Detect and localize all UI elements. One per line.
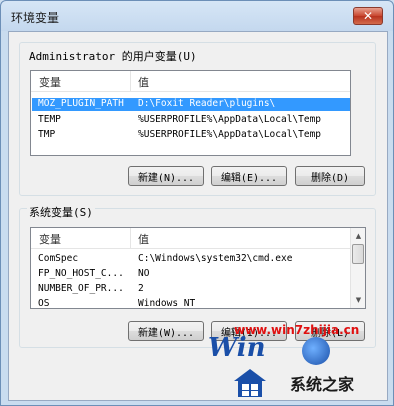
variable-value: NO — [138, 268, 150, 279]
user-edit-button[interactable]: 编辑(E)... — [211, 166, 287, 186]
site-watermark: www.win7zhijia.cn Win 系统之家 — [206, 319, 392, 405]
system-variables-label: 系统变量(S) — [27, 204, 95, 220]
variable-value: %USERPROFILE%\AppData\Local\Temp — [138, 129, 322, 140]
window-title: 环境变量 — [11, 11, 60, 25]
system-variable-row[interactable]: ComSpec C:\Windows\system32\cmd.exe — [32, 253, 350, 266]
close-icon: ✕ — [362, 9, 374, 23]
variable-name: TMP — [38, 129, 56, 140]
variable-name: ComSpec — [38, 253, 79, 264]
title-bar[interactable]: 环境变量 ✕ — [1, 1, 393, 31]
user-new-button[interactable]: 新建(N)... — [128, 166, 204, 186]
variable-name: TEMP — [38, 114, 61, 125]
variable-name: NUMBER_OF_PR... — [38, 283, 124, 294]
column-header-value[interactable]: 值 — [138, 74, 149, 90]
system-new-button[interactable]: 新建(W)... — [128, 321, 204, 341]
system-variable-row[interactable]: NUMBER_OF_PR... 2 — [32, 283, 350, 296]
system-list-header: 变量 值 — [31, 228, 351, 249]
user-variables-list[interactable]: 变量 值 MOZ_PLUGIN_PATH D:\Foxit Reader\plu… — [30, 70, 351, 156]
column-header-variable[interactable]: 变量 — [39, 74, 61, 90]
watermark-globe-icon — [302, 337, 330, 365]
user-variable-row[interactable]: TEMP %USERPROFILE%\AppData\Local\Temp — [32, 114, 350, 127]
user-variable-row[interactable]: MOZ_PLUGIN_PATH D:\Foxit Reader\plugins\ — [32, 98, 350, 111]
column-header-variable[interactable]: 变量 — [39, 231, 61, 247]
user-variables-label: Administrator 的用户变量(U) — [27, 48, 199, 64]
variable-value: C:\Windows\system32\cmd.exe — [138, 253, 293, 264]
column-header-value[interactable]: 值 — [138, 231, 149, 247]
column-divider[interactable] — [130, 71, 131, 91]
system-list-scrollbar[interactable]: ▲ ▼ — [350, 228, 365, 308]
house-logo-icon — [234, 369, 266, 397]
user-delete-button[interactable]: 删除(D) — [295, 166, 365, 186]
variable-value: 2 — [138, 283, 144, 294]
scrollbar-thumb[interactable] — [352, 244, 364, 264]
variable-value: Windows_NT — [138, 298, 196, 309]
system-variable-row[interactable]: OS Windows_NT — [32, 298, 350, 309]
watermark-brand-text: Win — [208, 333, 266, 363]
variable-name: MOZ_PLUGIN_PATH — [38, 98, 124, 109]
scroll-up-arrow-icon[interactable]: ▲ — [352, 229, 365, 243]
system-variables-list[interactable]: 变量 值 ComSpec C:\Windows\system32\cmd.exe… — [30, 227, 366, 309]
variable-value: D:\Foxit Reader\plugins\ — [138, 98, 276, 109]
scroll-down-arrow-icon[interactable]: ▼ — [352, 293, 365, 307]
column-divider[interactable] — [130, 228, 131, 248]
variable-name: FP_NO_HOST_C... — [38, 268, 124, 279]
variable-value: %USERPROFILE%\AppData\Local\Temp — [138, 114, 322, 125]
variable-name: OS — [38, 298, 50, 309]
system-variable-row[interactable]: FP_NO_HOST_C... NO — [32, 268, 350, 281]
user-list-header: 变量 值 — [31, 71, 350, 92]
watermark-site-name: 系统之家 — [290, 375, 355, 394]
environment-variables-window: 环境变量 ✕ Administrator 的用户变量(U) 变量 值 MOZ_P… — [0, 0, 394, 406]
close-button[interactable]: ✕ — [353, 7, 383, 25]
user-variable-row[interactable]: TMP %USERPROFILE%\AppData\Local\Temp — [32, 129, 350, 142]
